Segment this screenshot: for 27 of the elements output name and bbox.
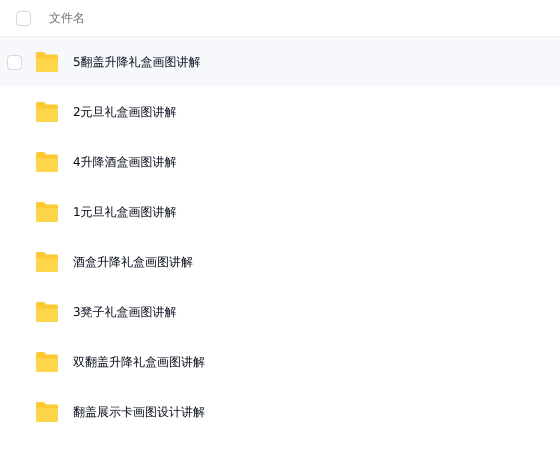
folder-icon xyxy=(35,151,59,173)
folder-icon xyxy=(35,101,59,123)
folder-icon xyxy=(35,351,59,373)
folder-name[interactable]: 3凳子礼盒画图讲解 xyxy=(73,304,177,320)
folder-row[interactable]: 翻盖展示卡画图设计讲解 xyxy=(0,387,560,437)
folder-icon xyxy=(35,251,59,273)
folder-row[interactable]: 4升降酒盒画图讲解 xyxy=(0,137,560,187)
folder-name[interactable]: 4升降酒盒画图讲解 xyxy=(73,154,177,170)
folder-row[interactable]: 1元旦礼盒画图讲解 xyxy=(0,187,560,237)
folder-row[interactable]: 5翻盖升降礼盒画图讲解 xyxy=(0,37,560,87)
column-header: 文件名 xyxy=(49,10,85,26)
folder-row[interactable]: 酒盒升降礼盒画图讲解 xyxy=(0,237,560,287)
folder-icon xyxy=(35,301,59,323)
folder-name[interactable]: 翻盖展示卡画图设计讲解 xyxy=(73,404,205,420)
folder-name[interactable]: 2元旦礼盒画图讲解 xyxy=(73,104,177,120)
folder-icon xyxy=(35,401,59,423)
select-all-checkbox[interactable] xyxy=(16,10,31,26)
row-checkbox[interactable] xyxy=(7,54,22,70)
folder-name[interactable]: 5翻盖升降礼盒画图讲解 xyxy=(73,54,201,70)
folder-name[interactable]: 双翻盖升降礼盒画图讲解 xyxy=(73,354,205,370)
folder-name[interactable]: 酒盒升降礼盒画图讲解 xyxy=(73,254,193,270)
folder-name[interactable]: 1元旦礼盒画图讲解 xyxy=(73,204,177,220)
folder-row[interactable]: 2元旦礼盒画图讲解 xyxy=(0,87,560,137)
folder-icon xyxy=(35,51,59,73)
folder-icon xyxy=(35,201,59,223)
folder-row[interactable]: 双翻盖升降礼盒画图讲解 xyxy=(0,337,560,387)
folder-row[interactable]: 3凳子礼盒画图讲解 xyxy=(0,287,560,337)
